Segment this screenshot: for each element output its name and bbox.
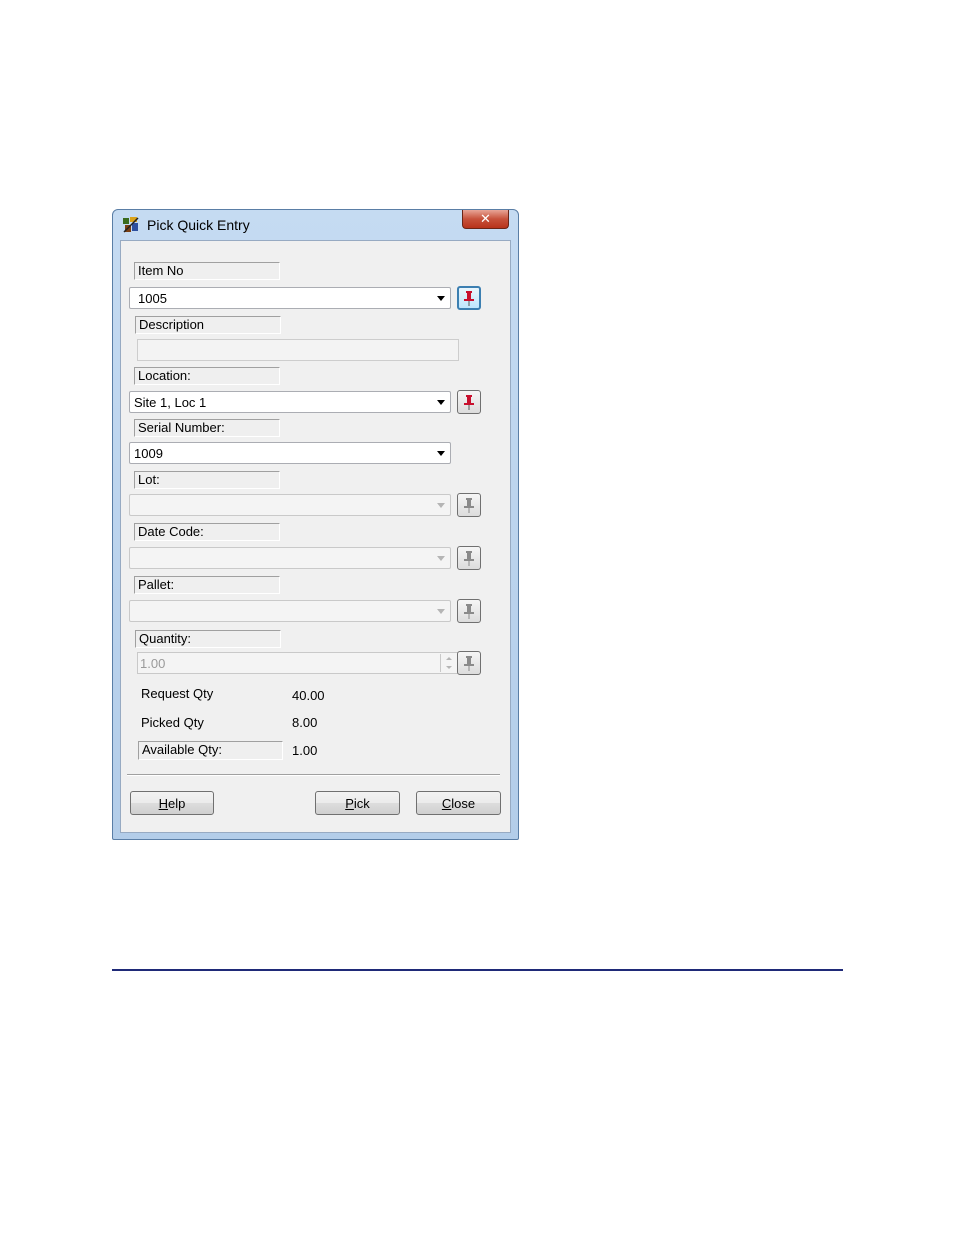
location-combobox[interactable]: Site 1, Loc 1 [129, 391, 451, 413]
available-qty-label: Available Qty: [138, 741, 283, 760]
quantity-spin-buttons[interactable] [440, 654, 457, 672]
pushpin-icon [464, 604, 474, 619]
chevron-down-icon[interactable] [437, 296, 445, 301]
pick-button[interactable]: Pick [315, 791, 400, 815]
pushpin-icon [464, 551, 474, 566]
chevron-down-icon[interactable] [437, 400, 445, 405]
chevron-down-icon[interactable] [437, 503, 445, 508]
chevron-down-icon[interactable] [437, 556, 445, 561]
request-qty-value: 40.00 [292, 688, 325, 703]
date-code-combobox[interactable] [129, 547, 451, 569]
date-code-label: Date Code: [134, 523, 280, 541]
picked-qty-label: Picked Qty [141, 715, 204, 730]
quantity-stepper[interactable]: 1.00 [137, 652, 459, 674]
dialog-fields: Item No 1005 Description Location: Site … [112, 209, 519, 840]
pushpin-icon [464, 498, 474, 513]
spin-down-icon[interactable] [441, 663, 457, 672]
item-no-pin-button[interactable] [457, 286, 481, 310]
date-code-pin-button[interactable] [457, 546, 481, 570]
pick-button-label: Pick [345, 796, 370, 811]
page-horizontal-rule [112, 969, 843, 971]
pushpin-icon [464, 395, 474, 410]
spin-up-icon[interactable] [441, 654, 457, 663]
serial-number-combobox[interactable]: 1009 [129, 442, 451, 464]
close-button[interactable]: Close [416, 791, 501, 815]
pallet-pin-button[interactable] [457, 599, 481, 623]
chevron-down-icon[interactable] [437, 609, 445, 614]
chevron-down-icon[interactable] [437, 451, 445, 456]
pallet-label: Pallet: [134, 576, 280, 594]
help-button-label: Help [158, 796, 186, 811]
location-pin-button[interactable] [457, 390, 481, 414]
description-label: Description [135, 316, 281, 334]
quantity-value: 1.00 [140, 656, 166, 671]
serial-number-label: Serial Number: [134, 419, 280, 437]
item-no-label: Item No [134, 262, 280, 280]
available-qty-value: 1.00 [292, 743, 318, 758]
lot-pin-button[interactable] [457, 493, 481, 517]
item-no-combobox[interactable]: 1005 [129, 287, 451, 309]
quantity-pin-button[interactable] [457, 651, 481, 675]
close-button-label: Close [441, 796, 476, 811]
description-field [137, 339, 459, 361]
help-button[interactable]: Help [130, 791, 214, 815]
picked-qty-value: 8.00 [292, 715, 318, 730]
serial-number-value: 1009 [134, 446, 163, 461]
pallet-combobox[interactable] [129, 600, 451, 622]
divider [127, 774, 500, 776]
location-label: Location: [134, 367, 280, 385]
lot-combobox[interactable] [129, 494, 451, 516]
request-qty-label: Request Qty [141, 686, 214, 701]
quantity-label: Quantity: [135, 630, 281, 648]
location-value: Site 1, Loc 1 [134, 395, 207, 410]
pushpin-icon [464, 656, 474, 671]
item-no-value: 1005 [138, 291, 167, 306]
lot-label: Lot: [134, 471, 280, 489]
pushpin-icon [464, 291, 474, 306]
